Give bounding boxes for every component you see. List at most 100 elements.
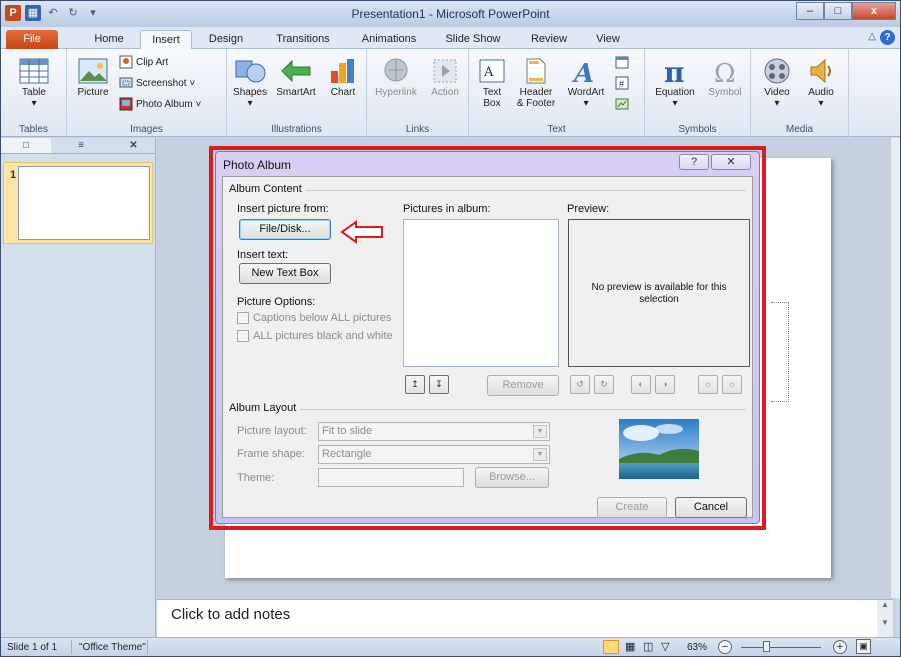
close-button[interactable]: x bbox=[852, 2, 896, 20]
tab-design[interactable]: Design bbox=[200, 30, 252, 49]
tab-transitions[interactable]: Transitions bbox=[267, 30, 339, 49]
audio-icon bbox=[810, 58, 831, 84]
picture-icon bbox=[78, 58, 108, 84]
status-separator bbox=[147, 640, 148, 654]
slide-number-button[interactable]: # bbox=[615, 76, 629, 90]
tab-file[interactable]: File bbox=[6, 30, 58, 49]
screenshot-button[interactable]: Screenshot ˅ bbox=[119, 76, 195, 90]
zoom-level[interactable]: 63% bbox=[687, 642, 707, 653]
slides-tab-icon[interactable]: □ bbox=[1, 138, 51, 153]
svg-text:π: π bbox=[664, 57, 685, 85]
window-controls: – □ x bbox=[796, 2, 896, 20]
window-title: Presentation1 - Microsoft PowerPoint bbox=[351, 7, 550, 21]
reading-view-icon[interactable]: ◫ bbox=[643, 640, 653, 653]
ribbon: Table ▾ Tables Picture Clip Art Screensho… bbox=[1, 49, 900, 137]
close-pane-icon[interactable]: ✕ bbox=[111, 138, 156, 153]
slide-thumbnail[interactable] bbox=[18, 166, 150, 240]
object-button[interactable] bbox=[615, 97, 629, 111]
smartart-icon bbox=[281, 59, 311, 83]
clip-art-button[interactable]: Clip Art bbox=[119, 55, 168, 69]
group-images: Picture Clip Art Screenshot ˅ Photo Albu… bbox=[67, 49, 227, 137]
equation-icon: π bbox=[664, 57, 685, 85]
title-bar: P ▦ ↶ ↻ ▾ Presentation1 - Microsoft Powe… bbox=[1, 1, 900, 27]
ribbon-tabs: File Home Insert Design Transitions Anim… bbox=[1, 27, 900, 49]
pane-tabs: □ ≡ ✕ bbox=[1, 138, 156, 154]
clip-art-icon bbox=[119, 55, 133, 69]
slide-number-icon: # bbox=[615, 76, 629, 90]
minimize-button[interactable]: – bbox=[796, 2, 824, 20]
outline-tab-icon[interactable]: ≡ bbox=[51, 138, 111, 153]
group-media: Video ▾ Audio ▾ Media bbox=[751, 49, 849, 137]
shapes-button[interactable]: Shapes ▾ bbox=[231, 57, 269, 109]
tab-view[interactable]: View bbox=[585, 30, 631, 49]
equation-button[interactable]: π Equation ▾ bbox=[649, 57, 701, 109]
zoom-in-icon[interactable]: + bbox=[833, 640, 847, 654]
minimize-ribbon-icon[interactable]: △ bbox=[868, 31, 876, 42]
chart-label: Chart bbox=[330, 87, 356, 98]
picture-button[interactable]: Picture bbox=[73, 57, 113, 98]
status-bar: Slide 1 of 1 "Office Theme" ▦ ◫ ▽ 63% − … bbox=[1, 637, 900, 656]
date-time-button[interactable] bbox=[615, 55, 629, 69]
group-symbols: π Equation ▾ Ω Symbol Symbols bbox=[645, 49, 751, 137]
symbol-button[interactable]: Ω Symbol bbox=[703, 57, 747, 98]
action-button[interactable]: Action bbox=[425, 57, 465, 98]
fit-to-window-icon[interactable]: ▣ bbox=[856, 639, 871, 654]
picture-label: Picture bbox=[77, 87, 109, 98]
help-icon[interactable]: ? bbox=[880, 30, 895, 45]
equation-label: Equation bbox=[655, 87, 695, 98]
notes-scrollbar[interactable]: ▲ ▼ bbox=[877, 600, 893, 638]
annotation-highlight-box bbox=[209, 146, 766, 530]
vertical-scrollbar[interactable] bbox=[891, 138, 900, 598]
wordart-label: WordArt bbox=[567, 87, 605, 98]
header-footer-label-2: & Footer bbox=[516, 98, 556, 109]
text-group-label: Text bbox=[547, 124, 566, 135]
header-footer-icon bbox=[526, 58, 546, 84]
wordart-button[interactable]: A WordArt ▾ bbox=[563, 57, 609, 109]
video-button[interactable]: Video ▾ bbox=[757, 57, 797, 109]
header-footer-button[interactable]: Header & Footer bbox=[511, 57, 561, 109]
clip-art-label: Clip Art bbox=[136, 56, 169, 68]
text-box-label-1: Text bbox=[482, 87, 502, 98]
tab-slide-show[interactable]: Slide Show bbox=[438, 30, 508, 49]
photo-album-label: Photo Album ˅ bbox=[136, 98, 202, 110]
tab-home[interactable]: Home bbox=[83, 30, 135, 49]
tab-review[interactable]: Review bbox=[523, 30, 575, 49]
slide-thumbnail-item[interactable]: 1 bbox=[3, 162, 153, 244]
svg-text:#: # bbox=[619, 79, 624, 89]
zoom-slider-thumb[interactable] bbox=[763, 641, 770, 652]
slide-placeholder[interactable] bbox=[771, 302, 789, 402]
chart-button[interactable]: Chart bbox=[325, 57, 361, 98]
text-box-label-2: Box bbox=[483, 98, 501, 109]
tab-insert[interactable]: Insert bbox=[140, 30, 192, 49]
normal-view-icon[interactable] bbox=[603, 640, 619, 654]
wordart-icon: A bbox=[571, 59, 594, 85]
table-button[interactable]: Table ▾ bbox=[7, 57, 61, 109]
shapes-icon bbox=[235, 60, 266, 83]
slide-sorter-icon[interactable]: ▦ bbox=[625, 640, 635, 653]
smartart-button[interactable]: SmartArt bbox=[271, 57, 321, 98]
audio-button[interactable]: Audio ▾ bbox=[801, 57, 841, 109]
text-box-icon: A bbox=[479, 59, 505, 83]
hyperlink-button[interactable]: Hyperlink bbox=[371, 57, 421, 98]
video-icon bbox=[764, 58, 790, 84]
photo-album-button[interactable]: Photo Album ˅ bbox=[119, 97, 201, 111]
screenshot-icon bbox=[119, 77, 133, 88]
zoom-slider[interactable] bbox=[741, 647, 821, 648]
zoom-out-icon[interactable]: − bbox=[718, 640, 732, 654]
slide-indicator: Slide 1 of 1 bbox=[7, 642, 58, 653]
slides-pane: □ ≡ ✕ 1 bbox=[1, 138, 156, 637]
screenshot-label: Screenshot ˅ bbox=[136, 77, 196, 89]
notes-placeholder: Click to add notes bbox=[171, 606, 291, 623]
text-box-button[interactable]: A Text Box bbox=[475, 57, 509, 109]
tab-animations[interactable]: Animations bbox=[354, 30, 424, 49]
action-label: Action bbox=[431, 87, 459, 98]
tables-group-label: Tables bbox=[19, 124, 48, 135]
audio-label: Audio bbox=[808, 87, 834, 98]
notes-pane[interactable]: Click to add notes ▲ ▼ bbox=[157, 599, 893, 638]
maximize-button[interactable]: □ bbox=[824, 2, 852, 20]
header-footer-label-1: Header bbox=[519, 87, 553, 98]
svg-text:A: A bbox=[571, 59, 594, 85]
symbol-icon: Ω bbox=[714, 59, 736, 85]
symbols-group-label: Symbols bbox=[678, 124, 717, 135]
slide-show-icon[interactable]: ▽ bbox=[661, 640, 669, 653]
